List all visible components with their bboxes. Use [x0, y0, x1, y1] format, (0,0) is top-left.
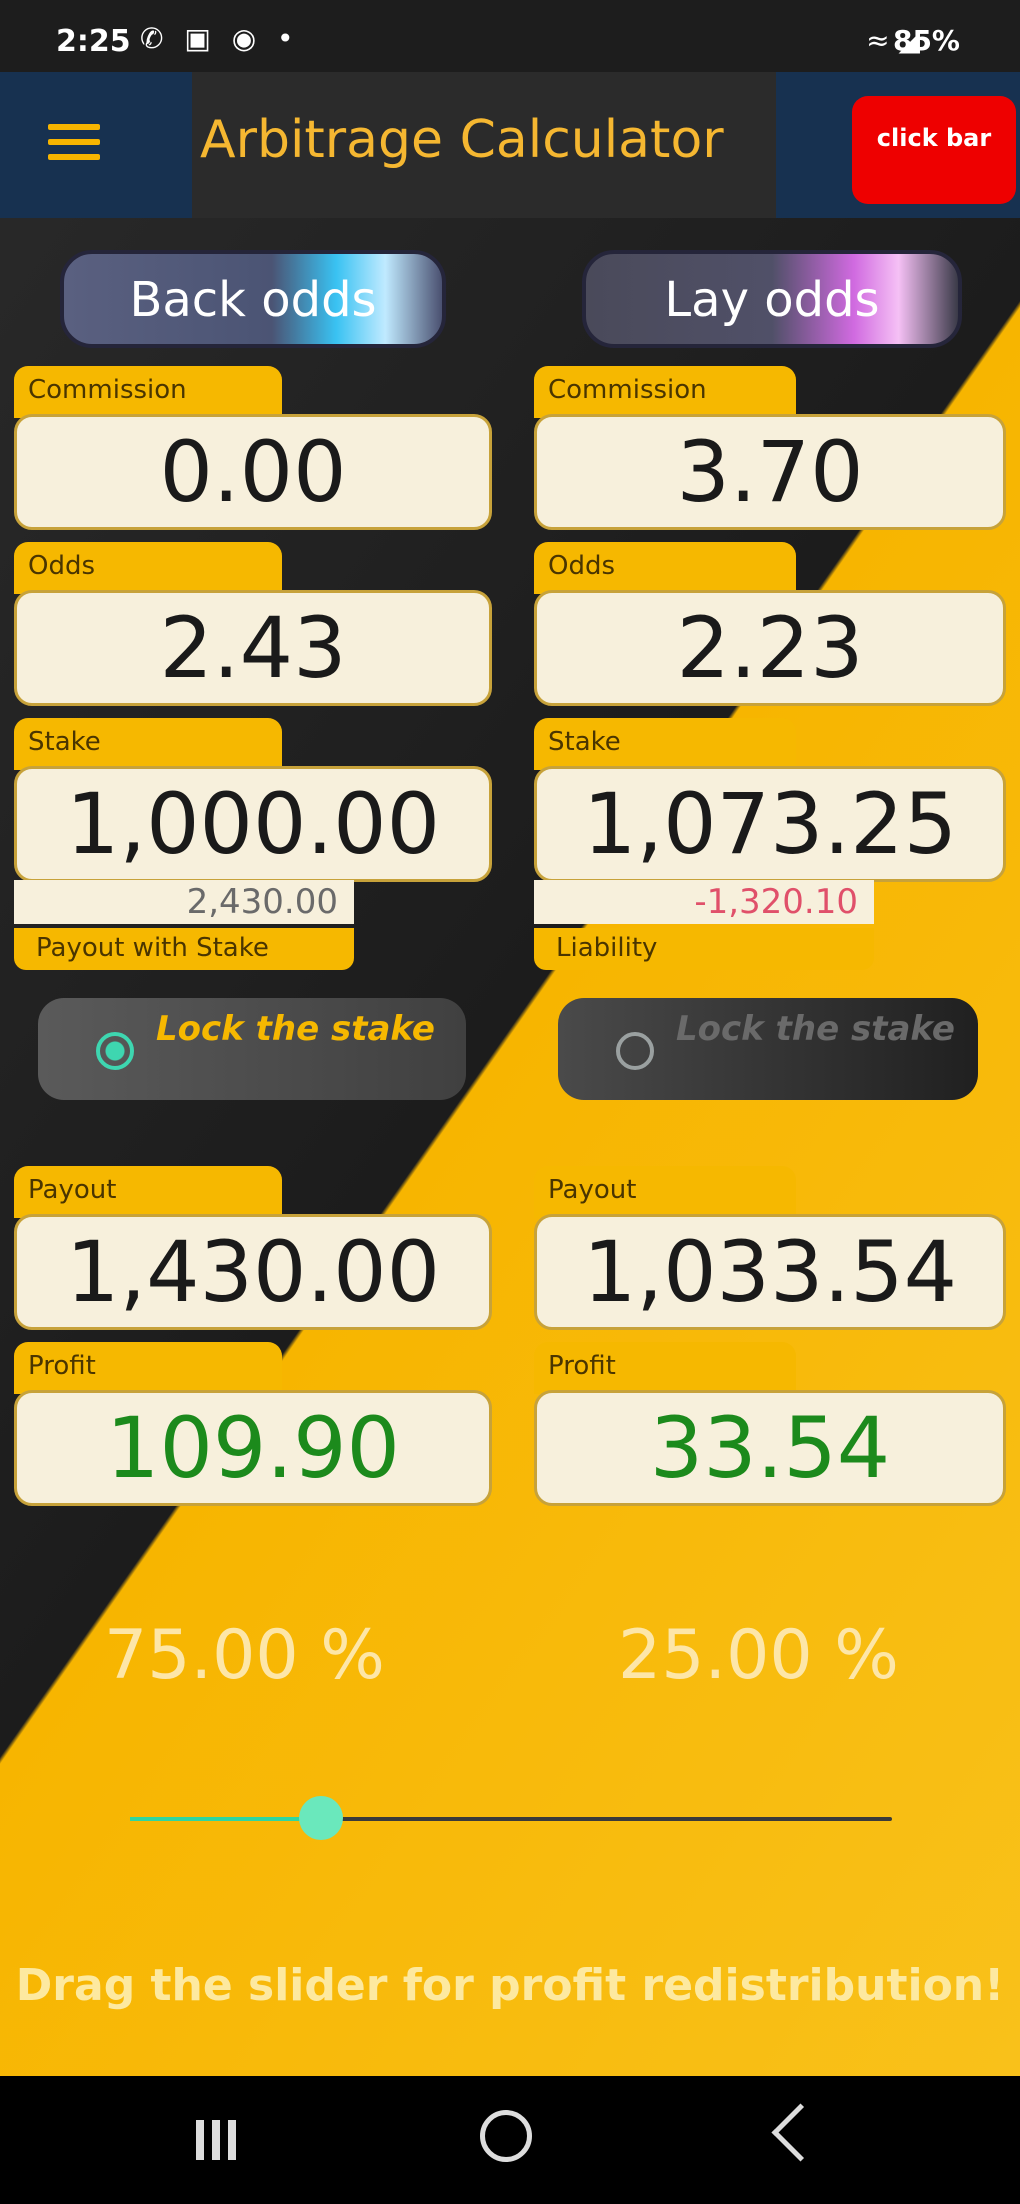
back-profit-percentage: 75.00 %	[104, 1616, 385, 1695]
back-commission-label: Commission	[14, 366, 282, 418]
back-stake-label: Stake	[14, 718, 282, 770]
notification-icons: ✆ ▣ ◉ •	[140, 22, 300, 55]
lay-stake-input[interactable]: 1,073.25	[534, 766, 1006, 882]
back-payout-value: 1,430.00	[14, 1214, 492, 1330]
lay-commission-label: Commission	[534, 366, 796, 418]
back-lock-radio-icon[interactable]	[96, 1032, 134, 1070]
lay-payout-label: Payout	[534, 1166, 796, 1218]
status-time: 2:25	[56, 24, 131, 59]
ad-button[interactable]: click bar	[852, 96, 1016, 204]
back-odds-button[interactable]: Back odds	[60, 250, 446, 348]
lay-payout-value: 1,033.54	[534, 1214, 1006, 1330]
back-profit-value: 109.90	[14, 1390, 492, 1506]
slider-hint: Drag the slider for profit redistributio…	[15, 1960, 1005, 2011]
lay-liability-value: -1,320.10	[534, 880, 874, 924]
lay-stake-label: Stake	[534, 718, 796, 770]
profit-slider-fill	[130, 1817, 321, 1821]
app-title: Arbitrage Calculator	[200, 110, 724, 170]
back-stake-input[interactable]: 1,000.00	[14, 766, 492, 882]
back-odds-input[interactable]: 2.43	[14, 590, 492, 706]
lay-profit-value: 33.54	[534, 1390, 1006, 1506]
lay-liability-label: Liability	[534, 928, 874, 970]
back-payout-with-stake-label: Payout with Stake	[14, 928, 354, 970]
lay-odds-input[interactable]: 2.23	[534, 590, 1006, 706]
recents-icon[interactable]	[196, 2120, 250, 2160]
back-profit-label: Profit	[14, 1342, 282, 1394]
lay-commission-input[interactable]: 3.70	[534, 414, 1006, 530]
profit-slider-thumb[interactable]	[298, 1796, 343, 1840]
home-icon[interactable]	[480, 2110, 532, 2162]
back-odds-label: Odds	[14, 542, 282, 594]
back-payout-label: Payout	[14, 1166, 282, 1218]
lay-profit-percentage: 25.00 %	[618, 1616, 899, 1695]
lay-profit-label: Profit	[534, 1342, 796, 1394]
lay-odds-button[interactable]: Lay odds	[582, 250, 962, 348]
back-payout-with-stake: 2,430.00	[14, 880, 354, 924]
lay-odds-label: Odds	[534, 542, 796, 594]
lay-lock-radio-icon[interactable]	[616, 1032, 654, 1070]
battery-level: 85%	[892, 24, 960, 57]
back-commission-input[interactable]: 0.00	[14, 414, 492, 530]
hamburger-menu-icon[interactable]	[48, 124, 100, 164]
